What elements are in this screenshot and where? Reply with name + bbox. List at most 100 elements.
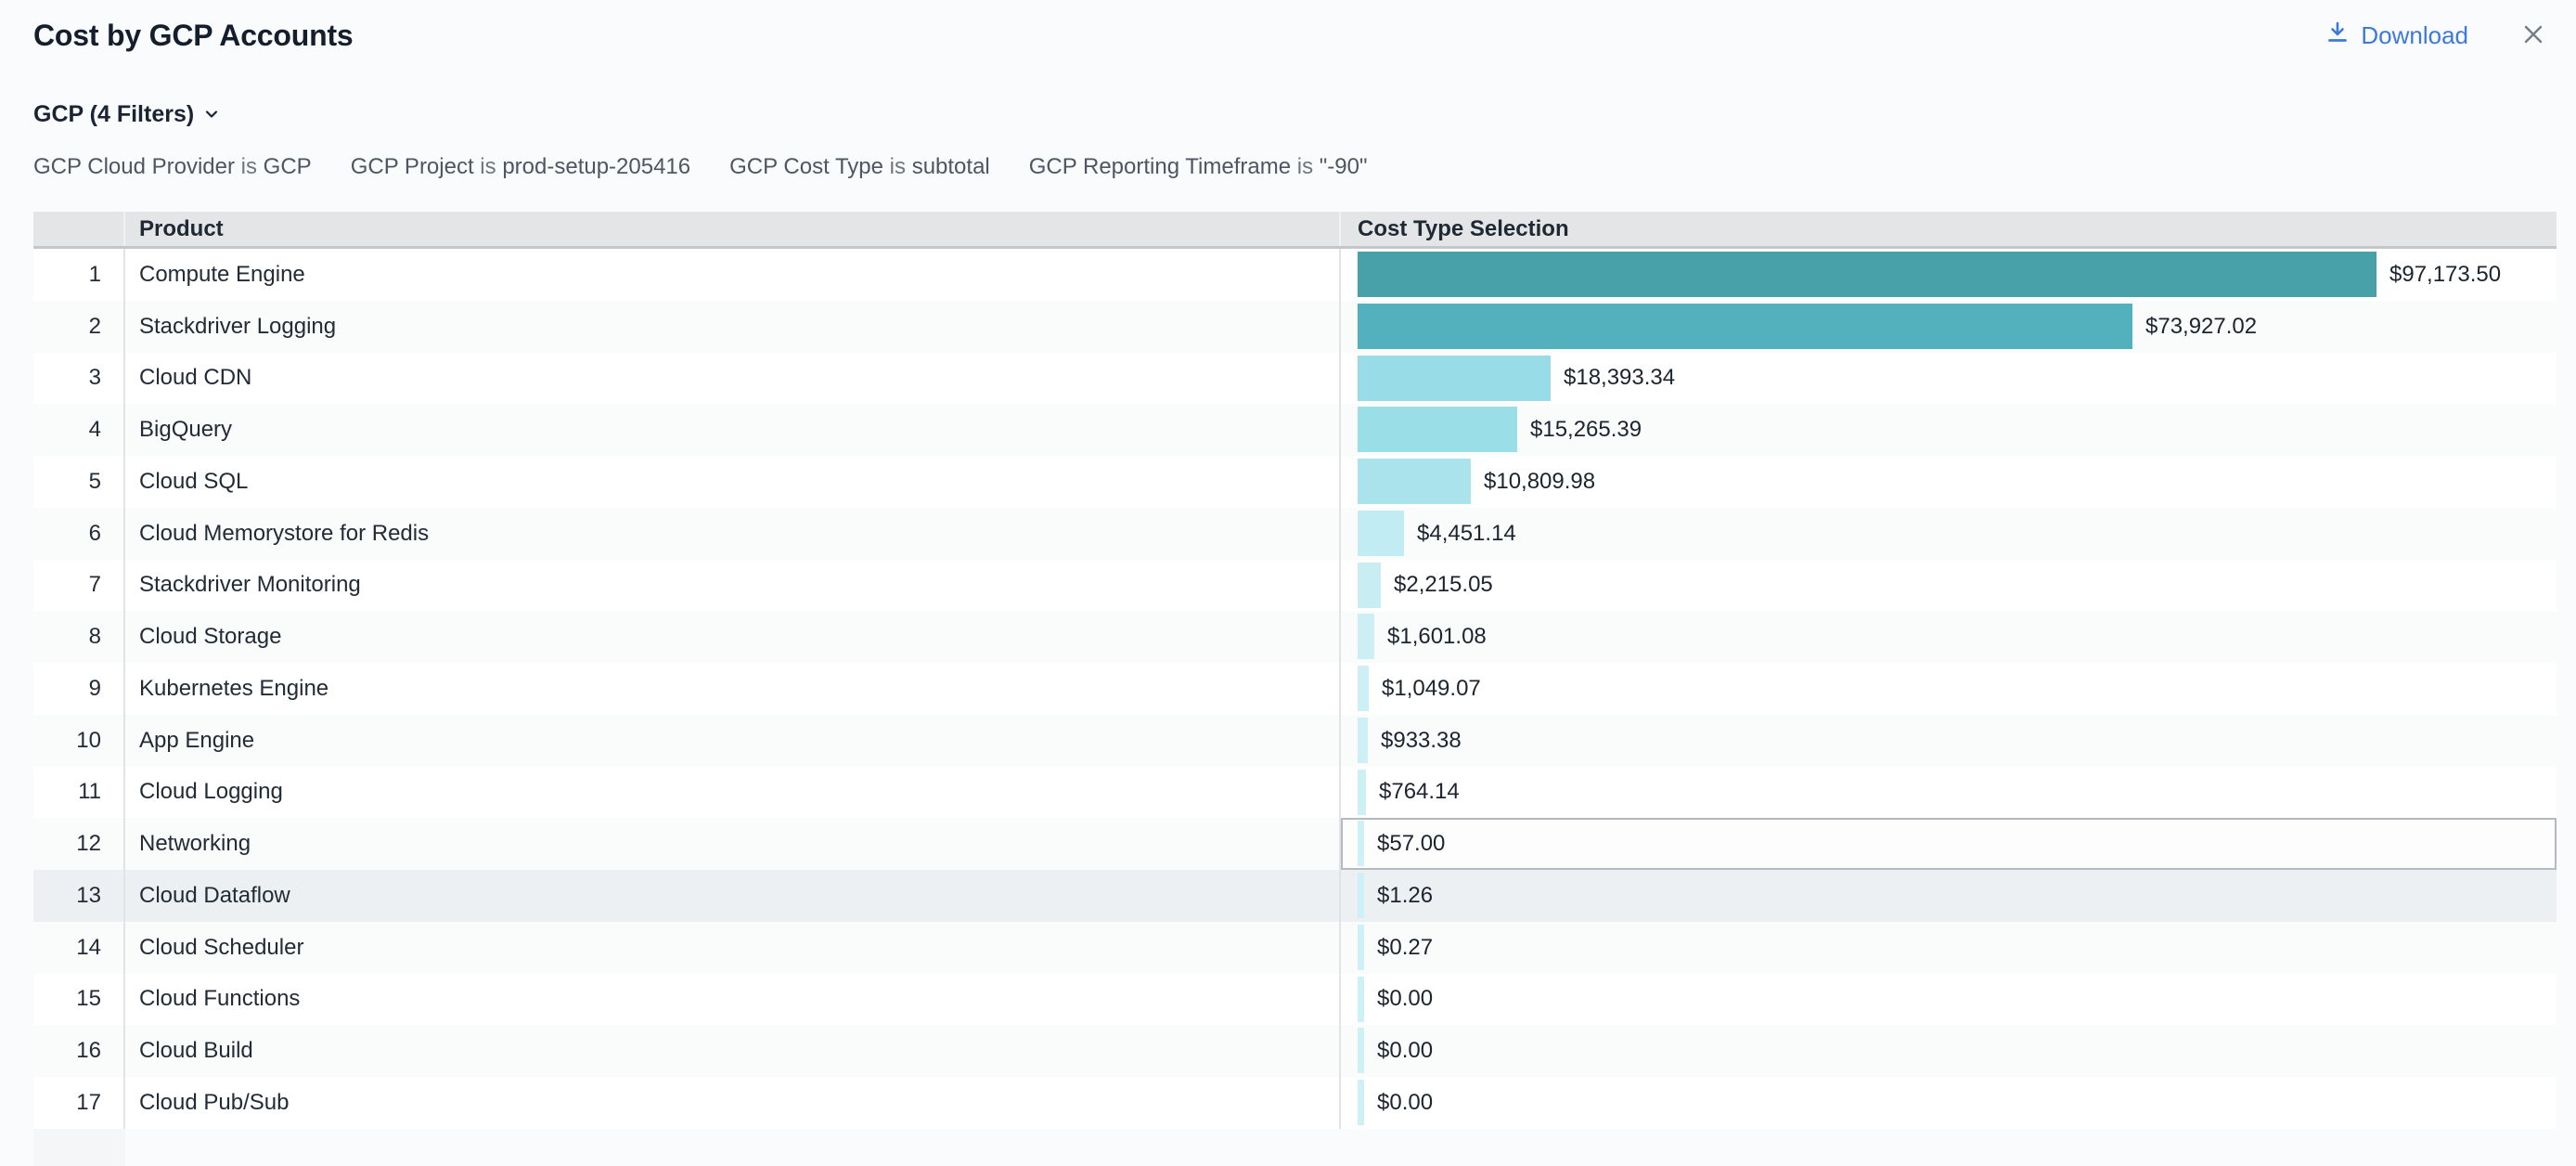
cost-cell[interactable]: $0.27: [1341, 922, 2557, 974]
cost-cell[interactable]: $4,451.14: [1341, 508, 2557, 560]
cost-cell[interactable]: $73,927.02: [1341, 301, 2557, 353]
row-index: 8: [33, 611, 125, 663]
table-row[interactable]: 4BigQuery$15,265.39: [33, 404, 2557, 456]
cost-cell[interactable]: $2,215.05: [1341, 560, 2557, 612]
cost-value: $2,215.05: [1394, 560, 1493, 612]
filter-summary-label: GCP (4 Filters): [33, 98, 194, 130]
cost-cell[interactable]: $0.00: [1341, 1077, 2557, 1129]
page-title: Cost by GCP Accounts: [33, 19, 354, 53]
filter-field: GCP Cloud Provider: [33, 154, 235, 179]
filter-operator: is: [1297, 154, 1313, 179]
close-icon: [2518, 19, 2548, 52]
cost-value: $73,927.02: [2145, 301, 2257, 353]
cost-value: $933.38: [1381, 715, 1462, 767]
cost-value: $18,393.34: [1564, 353, 1675, 405]
row-number-column-track: [33, 1129, 125, 1166]
cost-bar: [1358, 770, 1366, 815]
table-row[interactable]: 6Cloud Memorystore for Redis$4,451.14: [33, 508, 2557, 560]
product-name: Kubernetes Engine: [125, 663, 1341, 715]
row-index: 10: [33, 715, 125, 767]
table-row[interactable]: 7Stackdriver Monitoring$2,215.05: [33, 560, 2557, 612]
close-button[interactable]: [2518, 19, 2548, 52]
product-name: Cloud SQL: [125, 456, 1341, 508]
row-index: 6: [33, 508, 125, 560]
cost-cell[interactable]: $1.26: [1341, 870, 2557, 922]
table-row[interactable]: 15Cloud Functions$0.00: [33, 974, 2557, 1026]
table-row[interactable]: 1Compute Engine$97,173.50: [33, 249, 2557, 301]
cost-cell[interactable]: $0.00: [1341, 974, 2557, 1026]
cost-cell[interactable]: $764.14: [1341, 767, 2557, 819]
cost-cell[interactable]: $10,809.98: [1341, 456, 2557, 508]
panel-header: Cost by GCP Accounts Download: [0, 0, 2576, 58]
product-name: Cloud Build: [125, 1025, 1341, 1077]
row-index: 11: [33, 767, 125, 819]
product-name: BigQuery: [125, 404, 1341, 456]
cost-cell[interactable]: $933.38: [1341, 715, 2557, 767]
chevron-down-icon: [202, 105, 221, 123]
table-row[interactable]: 13Cloud Dataflow$1.26: [33, 870, 2557, 922]
cost-value: $1.26: [1377, 870, 1433, 922]
row-index: 17: [33, 1077, 125, 1129]
cost-value: $0.27: [1377, 922, 1433, 974]
table-row[interactable]: 17Cloud Pub/Sub $0.00: [33, 1077, 2557, 1129]
table-row[interactable]: 10App Engine$933.38: [33, 715, 2557, 767]
cost-bar: [1358, 925, 1364, 970]
cost-cell[interactable]: $1,049.07: [1341, 663, 2557, 715]
row-index: 7: [33, 560, 125, 612]
cost-cell[interactable]: $18,393.34: [1341, 353, 2557, 405]
table-row[interactable]: 14Cloud Scheduler$0.27: [33, 922, 2557, 974]
filter-operator: is: [241, 154, 257, 179]
product-name: Cloud Pub/Sub: [125, 1077, 1341, 1129]
filter-chip[interactable]: GCP Cloud Provider is GCP: [33, 152, 312, 182]
row-index: 13: [33, 870, 125, 922]
row-number-column-header: [33, 212, 125, 246]
cost-value: $1,601.08: [1387, 611, 1487, 663]
filter-value: "-90": [1320, 154, 1368, 179]
row-index: 5: [33, 456, 125, 508]
cost-cell[interactable]: $1,601.08: [1341, 611, 2557, 663]
table-row[interactable]: 5Cloud SQL $10,809.98: [33, 456, 2557, 508]
table-row[interactable]: 16Cloud Build$0.00: [33, 1025, 2557, 1077]
row-index: 4: [33, 404, 125, 456]
cost-bar: [1358, 718, 1368, 763]
cost-cell[interactable]: $97,173.50: [1341, 249, 2557, 301]
filter-field: GCP Project: [351, 154, 474, 179]
download-icon: [2325, 19, 2351, 52]
cost-cell[interactable]: $0.00: [1341, 1025, 2557, 1077]
cost-bar: [1358, 304, 2132, 349]
cost-cell[interactable]: $15,265.39: [1341, 404, 2557, 456]
cost-value: $10,809.98: [1484, 456, 1595, 508]
filter-operator: is: [480, 154, 496, 179]
filter-chip[interactable]: GCP Project is prod-setup-205416: [351, 152, 690, 182]
table-row[interactable]: 9Kubernetes Engine$1,049.07: [33, 663, 2557, 715]
cost-bar: [1358, 356, 1551, 401]
table-header: Product Cost Type Selection: [33, 212, 2557, 249]
cost-bar: [1358, 666, 1369, 711]
filter-chip[interactable]: GCP Reporting Timeframe is "-90": [1029, 152, 1368, 182]
filter-chip[interactable]: GCP Cost Type is subtotal: [729, 152, 990, 182]
cost-value: $764.14: [1379, 767, 1460, 819]
active-filters: GCP Cloud Provider is GCP GCP Project is …: [33, 152, 2576, 182]
cost-bar: [1358, 614, 1374, 659]
table-row[interactable]: 8Cloud Storage $1,601.08: [33, 611, 2557, 663]
table-row[interactable]: 11Cloud Logging $764.14: [33, 767, 2557, 819]
row-index: 12: [33, 818, 125, 870]
download-label: Download: [2361, 21, 2468, 50]
cost-cell[interactable]: $57.00: [1341, 818, 2557, 870]
cost-bar: [1358, 977, 1364, 1022]
product-name: Cloud Scheduler: [125, 922, 1341, 974]
product-name: Cloud Logging: [125, 767, 1341, 819]
product-name: Cloud Storage: [125, 611, 1341, 663]
cost-bar: [1358, 1028, 1364, 1073]
table-row[interactable]: 2Stackdriver Logging$73,927.02: [33, 301, 2557, 353]
table-row[interactable]: 3Cloud CDN$18,393.34: [33, 353, 2557, 405]
filter-summary-toggle[interactable]: GCP (4 Filters): [33, 98, 221, 130]
filter-field: GCP Reporting Timeframe: [1029, 154, 1291, 179]
cost-column-header: Cost Type Selection: [1341, 212, 2557, 246]
cost-value: $0.00: [1377, 1077, 1433, 1129]
cost-bar: [1358, 873, 1364, 918]
table-row[interactable]: 12Networking$57.00: [33, 818, 2557, 870]
download-button[interactable]: Download: [2325, 19, 2468, 52]
row-index: 16: [33, 1025, 125, 1077]
filter-value: subtotal: [912, 154, 990, 179]
